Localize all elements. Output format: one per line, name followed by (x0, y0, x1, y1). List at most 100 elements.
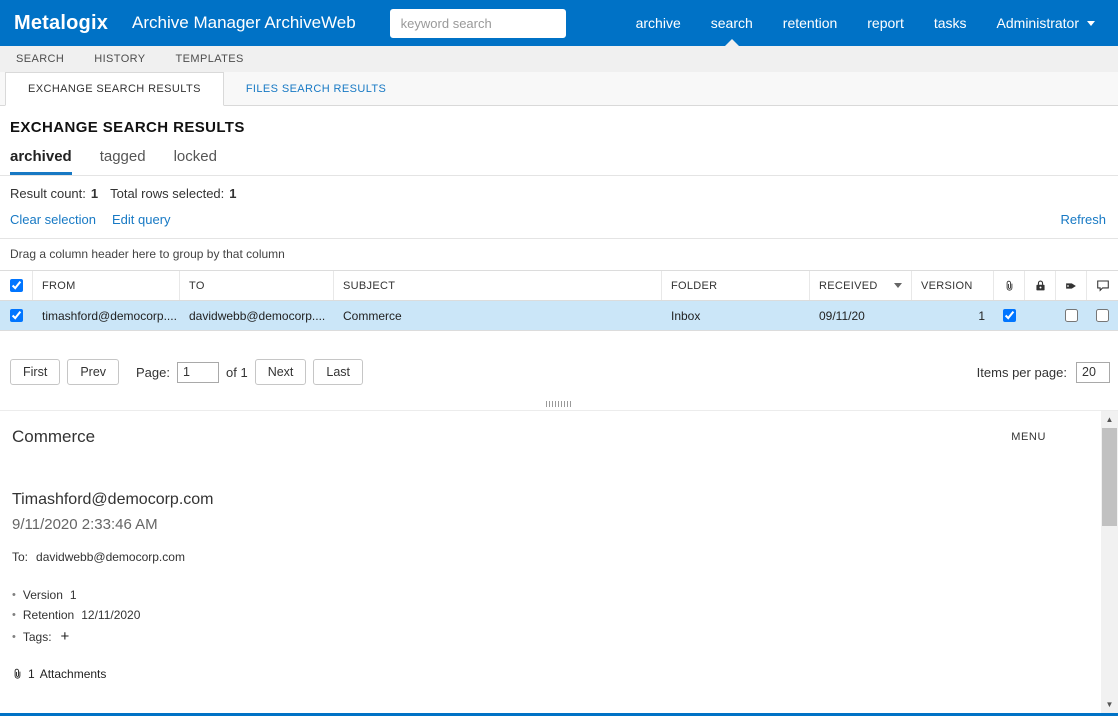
lock-icon (1034, 279, 1047, 292)
scrollbar-thumb[interactable] (1102, 428, 1117, 526)
items-per-page-label: Items per page: (976, 364, 1067, 380)
page-label: Page: (136, 364, 170, 380)
row-tag-checkbox[interactable] (1065, 309, 1078, 322)
preview-date: 9/11/2020 2:33:46 AM (12, 516, 158, 533)
secondary-nav: SEARCH HISTORY TEMPLATES (0, 46, 1118, 72)
items-per-page-input[interactable] (1076, 361, 1110, 383)
primary-nav: archive search retention report tasks Ad… (621, 0, 1110, 46)
nav-user-menu[interactable]: Administrator (982, 0, 1110, 46)
cell-from: timashford@democorp.... (42, 308, 177, 323)
prev-page-button[interactable]: Prev (67, 359, 120, 385)
preview-to-row: To: davidwebb@democorp.com (12, 550, 1062, 564)
scroll-down-icon[interactable]: ▼ (1101, 696, 1118, 713)
retention-row: • Retention 12/11/2020 (12, 608, 1062, 622)
chevron-down-icon (1087, 20, 1095, 26)
result-row[interactable]: timashford@democorp.... davidwebb@democo… (0, 301, 1118, 331)
message-preview-pane: Commerce MENU Timashford@democorp.com 9/… (0, 410, 1118, 713)
attachments-label: Attachments (39, 667, 107, 681)
filter-archived[interactable]: archived (10, 148, 72, 175)
nav-archive[interactable]: archive (621, 0, 696, 46)
filter-tagged[interactable]: tagged (100, 148, 146, 175)
tab-exchange-search-results[interactable]: EXCHANGE SEARCH RESULTS (5, 72, 224, 106)
bullet-icon: • (12, 630, 16, 643)
first-page-button[interactable]: First (10, 359, 61, 385)
row-comment-checkbox[interactable] (1096, 309, 1109, 322)
cell-to: davidwebb@democorp.... (189, 308, 326, 323)
clear-selection-link[interactable]: Clear selection (10, 212, 96, 227)
retention-label: Retention (22, 608, 75, 622)
nav-tasks[interactable]: tasks (919, 0, 982, 46)
nav-report[interactable]: report (852, 0, 919, 46)
preview-to-address: davidwebb@democorp.com (36, 550, 185, 564)
cell-comment (1087, 301, 1118, 330)
column-header-version[interactable]: VERSION (912, 271, 994, 300)
rows-selected-value: 1 (229, 186, 237, 201)
keyword-search-input[interactable] (389, 8, 566, 38)
column-header-subject[interactable]: SUBJECT (334, 271, 662, 300)
column-header-from[interactable]: FROM (33, 271, 180, 300)
tags-label: Tags: (22, 629, 52, 644)
select-all-checkbox[interactable] (9, 279, 23, 292)
paperclip-icon (1004, 279, 1015, 293)
column-header-comment[interactable] (1087, 271, 1118, 300)
preview-header: Commerce MENU (12, 427, 1062, 447)
scroll-up-icon[interactable]: ▲ (1101, 411, 1118, 428)
subnav-history[interactable]: HISTORY (94, 53, 145, 65)
column-header-lock[interactable] (1025, 271, 1056, 300)
rows-selected-label: Total rows selected: (110, 186, 225, 201)
tags-row: • Tags: + (12, 628, 1062, 645)
pane-splitter[interactable] (0, 397, 1118, 410)
column-header-to[interactable]: TO (180, 271, 334, 300)
archiveweb-app: Metalogix Archive Manager ArchiveWeb arc… (0, 0, 1118, 716)
nav-retention[interactable]: retention (768, 0, 852, 46)
items-per-page-group: Items per page: (976, 361, 1110, 383)
pagination-bar: First Prev Page: of 1 Next Last Items pe… (0, 331, 1118, 397)
cell-tag (1056, 301, 1087, 330)
cell-received: 09/11/20 (819, 308, 865, 323)
preview-subject: Commerce (12, 427, 96, 446)
filter-locked[interactable]: locked (174, 148, 217, 175)
next-page-button[interactable]: Next (254, 359, 307, 385)
result-count-label: Result count: (10, 186, 86, 201)
column-header-folder[interactable]: FOLDER (662, 271, 810, 300)
subnav-templates[interactable]: TEMPLATES (176, 53, 244, 65)
page-number-input[interactable] (177, 361, 219, 383)
tag-icon (1064, 280, 1078, 292)
edit-query-link[interactable]: Edit query (112, 212, 171, 227)
version-label: Version (22, 588, 63, 602)
result-summary: Result count: 1 Total rows selected: 1 (0, 176, 1118, 209)
select-all-cell (0, 271, 33, 300)
main-content: EXCHANGE SEARCH RESULTS archived tagged … (0, 106, 1118, 713)
paperclip-icon (12, 667, 23, 681)
cell-attachment (994, 301, 1025, 330)
refresh-link[interactable]: Refresh (1060, 212, 1106, 227)
version-value: 1 (69, 588, 77, 602)
last-page-button[interactable]: Last (313, 359, 364, 385)
cell-lock (1025, 301, 1056, 330)
row-select-checkbox[interactable] (10, 309, 23, 322)
filter-dropdown-icon[interactable] (894, 283, 902, 288)
tab-files-search-results[interactable]: FILES SEARCH RESULTS (224, 72, 408, 105)
retention-value: 12/11/2020 (81, 608, 141, 622)
add-tag-button[interactable]: + (61, 628, 70, 645)
cell-subject: Commerce (343, 308, 402, 323)
column-header-attachment[interactable] (994, 271, 1025, 300)
bullet-icon: • (12, 589, 16, 601)
result-actions: Clear selection Edit query Refresh (0, 209, 1118, 238)
row-attachment-checkbox[interactable] (1003, 309, 1016, 322)
column-header-received-label: RECEIVED (819, 279, 878, 292)
group-by-drop-zone[interactable]: Drag a column header here to group by th… (0, 239, 1118, 270)
result-count-value: 1 (90, 186, 99, 201)
preview-menu-button[interactable]: MENU (1011, 431, 1046, 443)
subnav-search[interactable]: SEARCH (16, 53, 64, 65)
column-header-tag[interactable] (1056, 271, 1087, 300)
nav-search[interactable]: search (696, 0, 768, 46)
page-of-label: of 1 (226, 364, 248, 380)
preview-scrollbar[interactable]: ▲ ▼ (1101, 411, 1118, 713)
page-title: EXCHANGE SEARCH RESULTS (10, 119, 245, 136)
attachments-row[interactable]: 1 Attachments (12, 667, 1062, 681)
comment-icon (1096, 279, 1110, 292)
column-header-received[interactable]: RECEIVED (810, 271, 912, 300)
row-select-cell (0, 301, 33, 330)
splitter-grip-icon[interactable] (546, 401, 572, 407)
